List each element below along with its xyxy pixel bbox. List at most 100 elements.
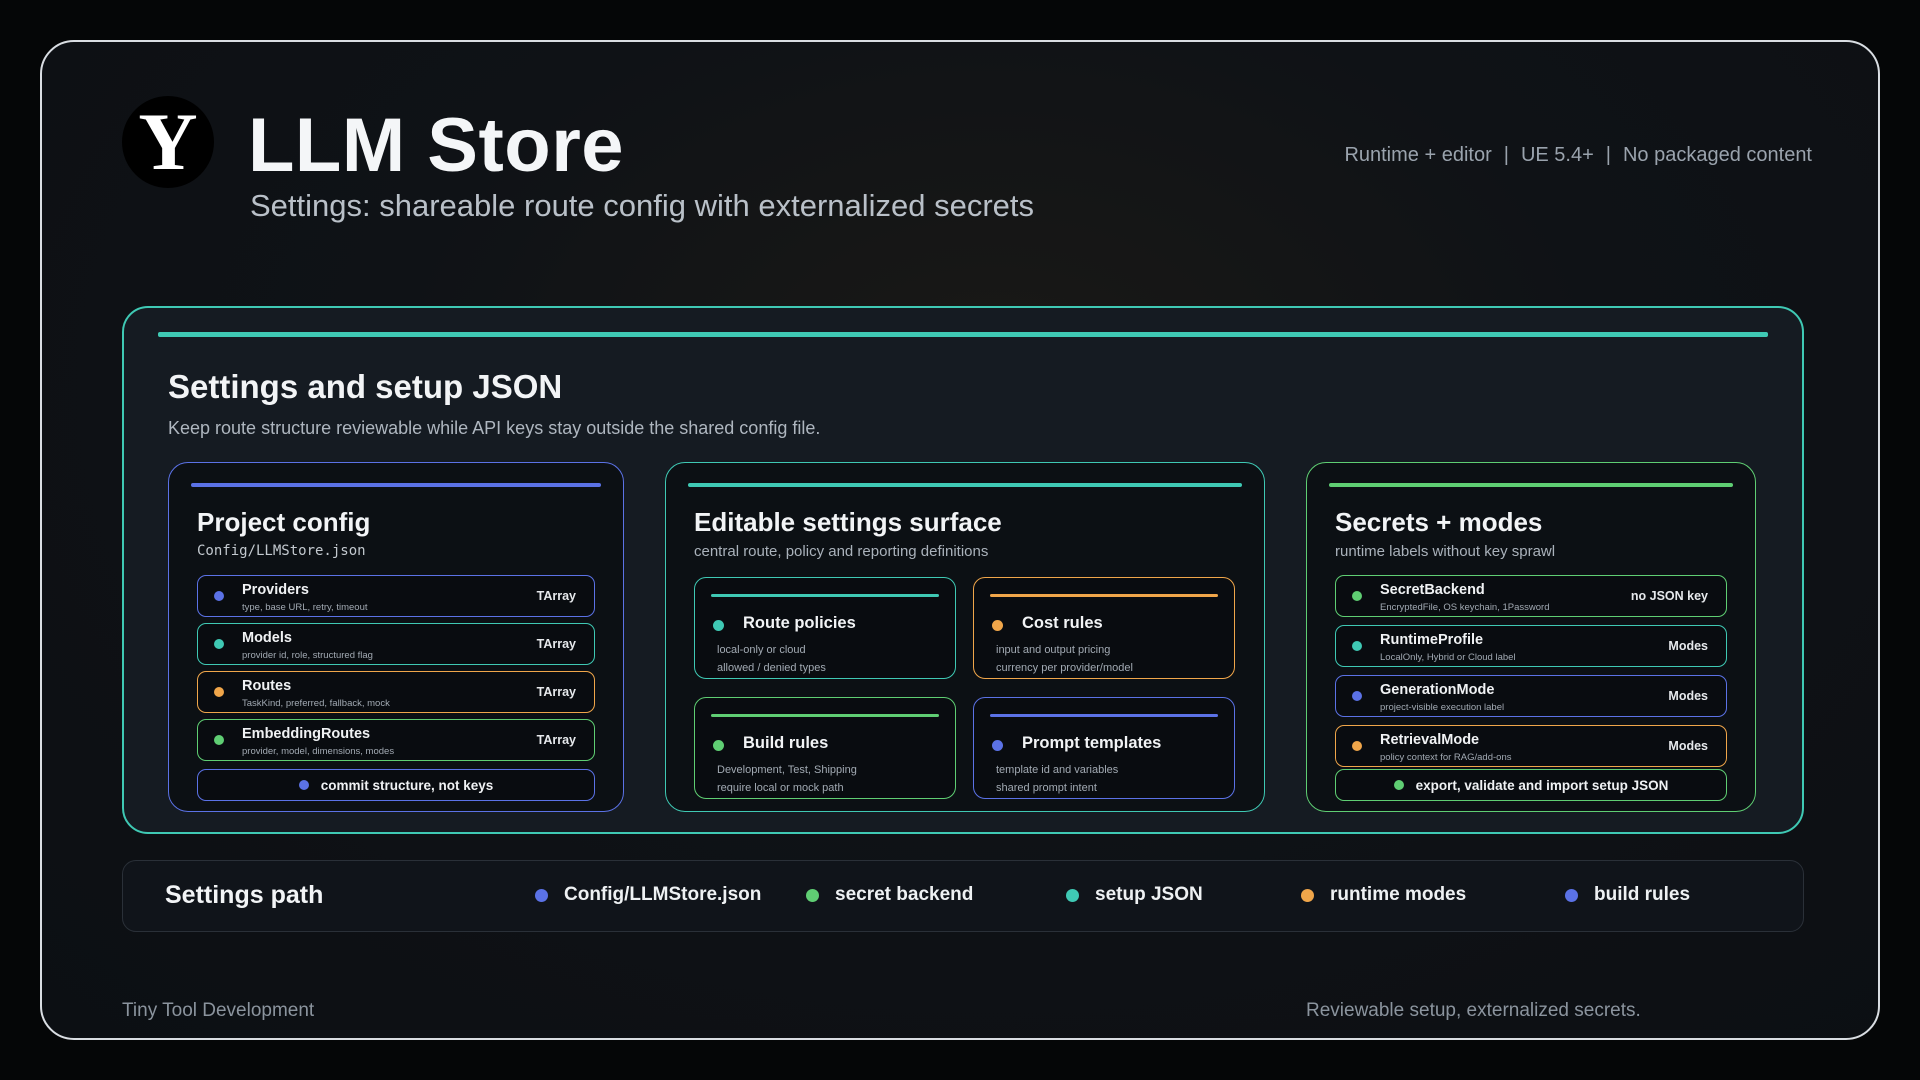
meta-content: No packaged content (1622, 144, 1812, 166)
panel-subtitle: runtime labels without key sprawl (1335, 543, 1556, 560)
card-line: allowed / denied types (717, 662, 826, 674)
row-name: EmbeddingRoutes (242, 726, 371, 742)
row-tag: TArray (536, 589, 576, 603)
editable-settings-panel: Editable settings surface central route,… (665, 462, 1265, 812)
footer-tagline: Reviewable setup, externalized secrets. (1306, 1000, 1641, 1021)
panel-accent-bar (1329, 483, 1733, 487)
mode-row-retrieval-mode[interactable]: RetrievalMode policy context for RAG/add… (1335, 725, 1727, 767)
row-tag: Modes (1668, 739, 1708, 753)
card-title: Prompt templates (1022, 734, 1162, 752)
logo-letter: Y (138, 96, 198, 187)
path-item-label: build rules (1594, 884, 1691, 905)
row-name: Providers (242, 582, 309, 598)
card-line: shared prompt intent (996, 782, 1097, 794)
card-line: Development, Test, Shipping (717, 764, 857, 776)
panel-accent-bar (191, 483, 601, 487)
row-description: policy context for RAG/add-ons (1380, 752, 1512, 763)
path-item-setup-json: setup JSON (1066, 884, 1203, 906)
meta-separator: | (1605, 144, 1611, 166)
bullet-dot-icon (1352, 591, 1362, 601)
path-item-runtime-modes: runtime modes (1301, 884, 1466, 906)
page-subtitle: Settings: shareable route config with ex… (250, 188, 1035, 223)
row-tag: TArray (536, 733, 576, 747)
card-route-policies[interactable]: Route policies local-only or cloud allow… (694, 577, 956, 679)
bullet-dot-icon (214, 735, 224, 745)
mode-row-secret-backend[interactable]: SecretBackend EncryptedFile, OS keychain… (1335, 575, 1727, 617)
settings-path-bar: Settings path Config/LLMStore.json secre… (122, 860, 1804, 932)
path-item-label: runtime modes (1330, 884, 1467, 905)
row-tag: Modes (1668, 689, 1708, 703)
path-item-label: setup JSON (1095, 884, 1203, 905)
project-config-panel: Project config Config/LLMStore.json Prov… (168, 462, 624, 812)
row-tag: TArray (536, 685, 576, 699)
bullet-dot-icon (1066, 888, 1079, 902)
path-item-label: Config/LLMStore.json (564, 884, 762, 905)
bullet-dot-icon (992, 740, 1003, 751)
path-item-config-json: Config/LLMStore.json (535, 884, 761, 906)
card-prompt-templates[interactable]: Prompt templates template id and variabl… (973, 697, 1235, 799)
card-title: Build rules (743, 734, 829, 752)
config-row-providers[interactable]: Providers type, base URL, retry, timeout… (197, 575, 595, 617)
bullet-dot-icon (214, 687, 224, 697)
bullet-dot-icon (1352, 641, 1362, 651)
row-description: LocalOnly, Hybrid or Cloud label (1380, 652, 1516, 663)
panel-subtitle: central route, policy and reporting defi… (694, 543, 989, 560)
row-name: SecretBackend (1380, 582, 1485, 598)
panel-accent-bar (688, 483, 1242, 487)
bullet-dot-icon (1565, 888, 1578, 902)
card-line: require local or mock path (717, 782, 844, 794)
mode-row-generation-mode[interactable]: GenerationMode project-visible execution… (1335, 675, 1727, 717)
mode-row-runtime-profile[interactable]: RuntimeProfile LocalOnly, Hybrid or Clou… (1335, 625, 1727, 667)
card-build-rules[interactable]: Build rules Development, Test, Shipping … (694, 697, 956, 799)
bullet-dot-icon (1352, 741, 1362, 751)
meta-version: UE 5.4+ (1520, 144, 1594, 166)
section-description: Keep route structure reviewable while AP… (168, 418, 821, 438)
panel-title: Project config (197, 507, 371, 537)
meta-info: Runtime + editor | UE 5.4+ | No packaged… (1344, 144, 1812, 167)
row-name: RuntimeProfile (1380, 632, 1484, 648)
commit-note-row: commit structure, not keys (197, 769, 595, 801)
config-row-models[interactable]: Models provider id, role, structured fla… (197, 623, 595, 665)
config-row-routes[interactable]: Routes TaskKind, preferred, fallback, mo… (197, 671, 595, 713)
settings-section: Settings and setup JSON Keep route struc… (122, 306, 1804, 834)
bullet-dot-icon (713, 740, 724, 751)
slide-frame: Y LLM Store Settings: shareable route co… (40, 40, 1880, 1040)
bullet-dot-icon (535, 888, 548, 902)
commit-note: commit structure, not keys (320, 777, 494, 793)
row-description: provider, model, dimensions, modes (242, 746, 395, 757)
panel-title: Secrets + modes (1335, 507, 1543, 537)
bullet-dot-icon (1393, 780, 1404, 790)
row-name: Routes (242, 678, 292, 694)
bullet-dot-icon (214, 639, 224, 649)
row-tag: Modes (1668, 639, 1708, 653)
bullet-dot-icon (806, 888, 819, 902)
bullet-dot-icon (1301, 888, 1314, 902)
config-path: Config/LLMStore.json (197, 543, 366, 559)
path-item-label: secret backend (835, 884, 974, 905)
config-row-embedding-routes[interactable]: EmbeddingRoutes provider, model, dimensi… (197, 719, 595, 761)
row-tag: no JSON key (1630, 589, 1708, 603)
page-title: LLM Store (248, 103, 625, 188)
panel-title: Editable settings surface (694, 507, 1002, 537)
brand-logo: Y (122, 96, 214, 188)
export-note-row: export, validate and import setup JSON (1335, 769, 1727, 801)
meta-runtime: Runtime + editor (1344, 144, 1492, 166)
secrets-modes-panel: Secrets + modes runtime labels without k… (1306, 462, 1756, 812)
footer-credit: Tiny Tool Development (122, 1000, 315, 1021)
card-accent-bar (990, 714, 1218, 717)
bullet-dot-icon (214, 591, 224, 601)
settings-path-title: Settings path (165, 881, 324, 909)
row-description: project-visible execution label (1380, 702, 1505, 713)
row-name: GenerationMode (1380, 682, 1495, 698)
row-name: RetrievalMode (1380, 732, 1480, 748)
card-title: Route policies (743, 614, 856, 632)
section-accent-bar (158, 332, 1768, 337)
card-accent-bar (990, 594, 1218, 597)
card-line: local-only or cloud (717, 644, 806, 656)
card-cost-rules[interactable]: Cost rules input and output pricing curr… (973, 577, 1235, 679)
card-accent-bar (711, 714, 939, 717)
section-title: Settings and setup JSON (168, 368, 563, 405)
bullet-dot-icon (713, 620, 724, 631)
row-tag: TArray (536, 637, 576, 651)
row-description: provider id, role, structured flag (242, 650, 373, 661)
